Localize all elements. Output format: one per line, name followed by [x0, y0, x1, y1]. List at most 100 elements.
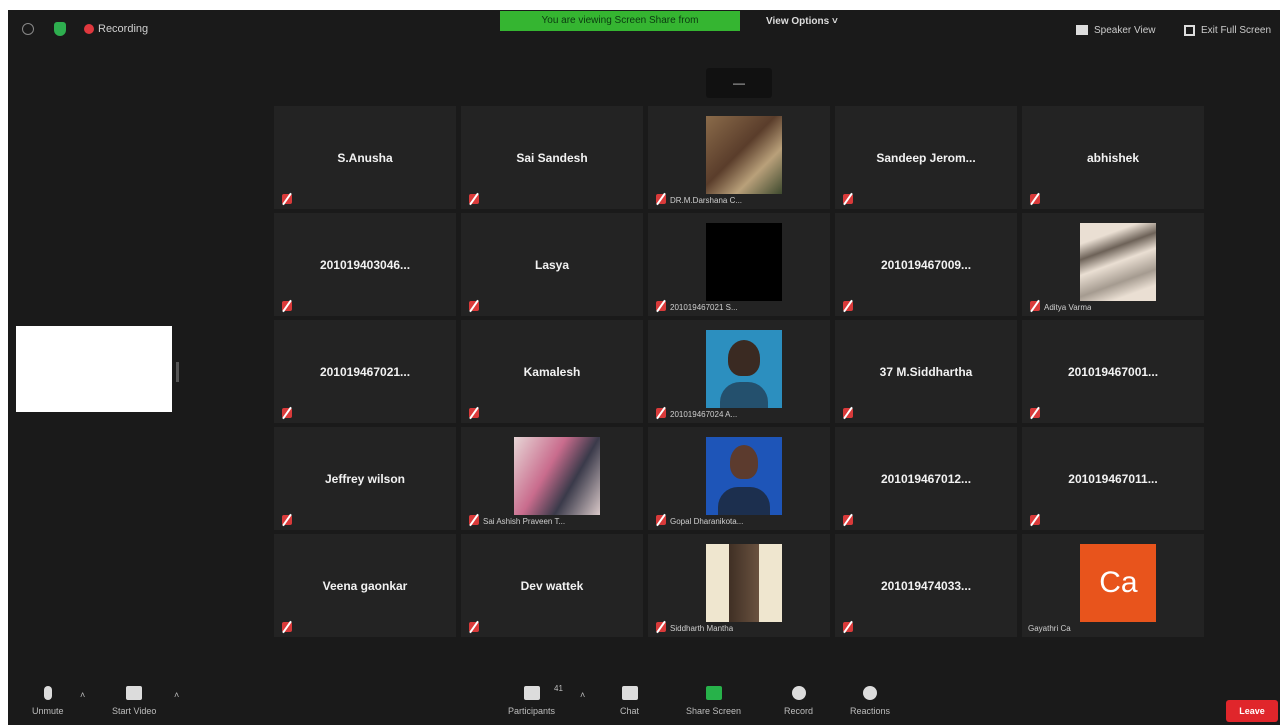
participant-name: 201019467011... — [1068, 471, 1158, 486]
leave-button[interactable]: Leave — [1226, 700, 1278, 722]
participant-tile[interactable]: Sai Ashish Praveen T... — [461, 427, 643, 530]
muted-mic-icon — [1030, 301, 1040, 311]
unmute-label: Unmute — [32, 706, 64, 716]
share-screen-icon — [705, 686, 722, 700]
muted-mic-icon — [282, 301, 292, 311]
participant-tile[interactable]: Siddharth Mantha — [648, 534, 830, 637]
microphone-icon — [43, 686, 52, 700]
participant-tile[interactable]: 201019474033... — [835, 534, 1017, 637]
participant-tile[interactable]: 201019467021... — [274, 320, 456, 423]
muted-mic-icon — [656, 194, 666, 204]
participant-name: S.Anusha — [337, 150, 393, 165]
participant-name: 201019474033... — [880, 578, 972, 593]
muted-mic-icon — [469, 515, 479, 525]
chat-button[interactable]: Chat — [620, 686, 639, 716]
speaker-view-label: Speaker View — [1094, 24, 1156, 36]
participant-tile[interactable]: 201019467024 A... — [648, 320, 830, 423]
participant-tile[interactable]: 201019467009... — [835, 213, 1017, 316]
reactions-button[interactable]: Reactions — [850, 686, 890, 716]
muted-mic-icon — [843, 194, 853, 204]
participant-name: Lasya — [534, 257, 570, 272]
participant-caption: DR.M.Darshana C... — [670, 196, 743, 205]
participant-tile[interactable]: 201019467011... — [1022, 427, 1204, 530]
participants-button[interactable]: Participants — [508, 686, 555, 716]
participant-tile[interactable]: Kamalesh — [461, 320, 643, 423]
muted-mic-icon — [656, 408, 666, 418]
participant-tile[interactable]: abhishek — [1022, 106, 1204, 209]
view-options-button[interactable]: View Options ˅ — [766, 16, 838, 27]
participant-tile[interactable]: 201019467001... — [1022, 320, 1204, 423]
speaker-view-icon — [1076, 25, 1088, 35]
participant-avatar: Ca — [1080, 544, 1157, 622]
participant-tile[interactable]: 201019403046... — [274, 213, 456, 316]
participant-tile[interactable]: Gopal Dharanikota... — [648, 427, 830, 530]
muted-mic-icon — [656, 515, 666, 525]
participant-tile[interactable]: 201019467021 S... — [648, 213, 830, 316]
gallery-grid: S.Anusha Sai Sandesh DR.M.Darshana C... … — [274, 106, 1204, 641]
shared-screen-thumbnail[interactable] — [16, 326, 172, 412]
record-icon — [791, 686, 806, 700]
muted-mic-icon — [282, 194, 292, 204]
encryption-shield-icon[interactable] — [54, 22, 66, 36]
start-video-label: Start Video — [112, 706, 157, 716]
participant-photo — [706, 437, 783, 515]
participant-tile[interactable]: DR.M.Darshana C... — [648, 106, 830, 209]
participants-options-caret[interactable]: ˄ — [580, 690, 585, 700]
participant-name: Sandeep Jerom... — [876, 150, 976, 165]
muted-mic-icon — [282, 515, 292, 525]
participant-tile[interactable]: Sai Sandesh — [461, 106, 643, 209]
participants-count: 41 — [554, 684, 563, 693]
unmute-button[interactable]: Unmute — [32, 686, 64, 716]
record-label: Record — [784, 706, 814, 716]
video-options-caret[interactable]: ˄ — [174, 690, 179, 700]
muted-mic-icon — [469, 194, 479, 204]
muted-mic-icon — [469, 622, 479, 632]
participant-tile[interactable]: Dev wattek — [461, 534, 643, 637]
participant-tile[interactable]: Sandeep Jerom... — [835, 106, 1017, 209]
start-video-button[interactable]: Start Video — [112, 686, 156, 716]
muted-mic-icon — [843, 408, 853, 418]
speaker-view-button[interactable]: Speaker View — [1076, 22, 1156, 38]
participant-caption: 201019467021 S... — [670, 303, 738, 312]
participant-photo — [706, 330, 783, 408]
record-button[interactable]: Record — [784, 686, 813, 716]
exit-full-screen-icon — [1184, 24, 1195, 36]
share-screen-button[interactable]: Share Screen — [686, 686, 741, 716]
participant-tile[interactable]: 37 M.Siddhartha — [835, 320, 1017, 423]
participant-name: abhishek — [1086, 150, 1140, 165]
participants-count-badge: 41 — [554, 684, 563, 693]
participant-name: 201019467009... — [880, 257, 972, 272]
exit-full-screen-button[interactable]: Exit Full Screen — [1184, 22, 1271, 38]
collapse-gallery-button[interactable]: — — [706, 68, 772, 98]
muted-mic-icon — [656, 301, 666, 311]
participant-video — [706, 223, 783, 301]
reactions-icon — [863, 686, 878, 700]
participant-name: 37 M.Siddhartha — [879, 364, 973, 379]
zoom-meeting-window: Recording You are viewing Screen Share f… — [8, 10, 1280, 725]
audio-options-caret[interactable]: ˄ — [80, 690, 85, 700]
screen-share-banner: You are viewing Screen Share from — [500, 11, 740, 31]
video-camera-icon — [126, 686, 143, 700]
participant-caption: Gopal Dharanikota... — [670, 517, 744, 526]
participant-tile[interactable]: S.Anusha — [274, 106, 456, 209]
meeting-top-bar: Recording You are viewing Screen Share f… — [8, 10, 1280, 50]
participant-caption: Aditya Varma — [1044, 303, 1092, 312]
chat-label: Chat — [620, 706, 640, 716]
muted-mic-icon — [282, 622, 292, 632]
participant-caption: Sai Ashish Praveen T... — [483, 517, 566, 526]
participant-tile[interactable]: Lasya — [461, 213, 643, 316]
meeting-info-icon[interactable] — [22, 23, 34, 35]
recording-icon — [84, 24, 94, 34]
participant-tile[interactable]: Jeffrey wilson — [274, 427, 456, 530]
share-screen-label: Share Screen — [686, 706, 742, 716]
participant-name: Jeffrey wilson — [324, 471, 406, 486]
thumbnail-resize-handle[interactable] — [176, 362, 179, 382]
participant-name: Dev wattek — [520, 578, 584, 593]
participant-tile[interactable]: Aditya Varma — [1022, 213, 1204, 316]
participant-tile[interactable]: Veena gaonkar — [274, 534, 456, 637]
participant-photo — [706, 544, 783, 622]
participant-tile[interactable]: Ca Gayathri Ca — [1022, 534, 1204, 637]
participant-tile[interactable]: 201019467012... — [835, 427, 1017, 530]
participant-name: Sai Sandesh — [516, 150, 588, 165]
muted-mic-icon — [843, 622, 853, 632]
